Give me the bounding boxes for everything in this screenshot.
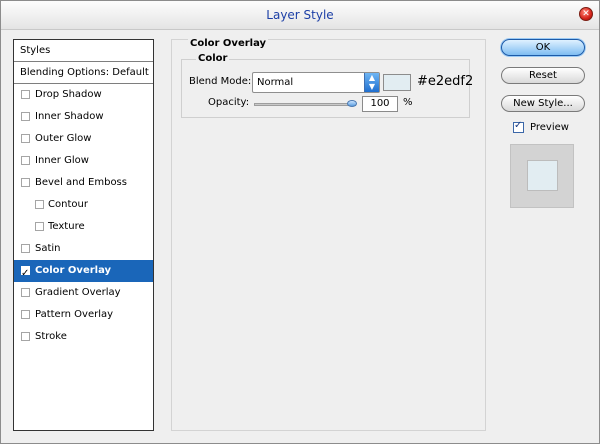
opacity-input[interactable]: 100 xyxy=(362,96,398,112)
checkbox[interactable] xyxy=(21,332,30,341)
style-item-label: Satin xyxy=(35,243,61,254)
checkbox[interactable] xyxy=(21,288,30,297)
ok-button[interactable]: OK xyxy=(501,39,585,56)
opacity-label: Opacity: xyxy=(208,97,250,108)
blending-options-item[interactable]: Blending Options: Default xyxy=(14,62,153,84)
style-item-label: Bevel and Emboss xyxy=(35,177,127,188)
opacity-slider-thumb[interactable] xyxy=(347,100,357,107)
checkbox[interactable] xyxy=(21,134,30,143)
checkbox[interactable] xyxy=(35,200,44,209)
style-item-label: Pattern Overlay xyxy=(35,309,114,320)
style-item-label: Gradient Overlay xyxy=(35,287,121,298)
style-item-contour[interactable]: Contour xyxy=(14,194,153,216)
layer-style-dialog: Layer Style ✕ Styles Blending Options: D… xyxy=(0,0,600,444)
opacity-slider-track[interactable] xyxy=(254,103,356,106)
color-swatch[interactable] xyxy=(383,74,411,91)
style-item-inner-glow[interactable]: Inner Glow xyxy=(14,150,153,172)
checkbox[interactable] xyxy=(21,112,30,121)
reset-button[interactable]: Reset xyxy=(501,67,585,84)
color-group-title: Color xyxy=(196,53,230,64)
blend-mode-select[interactable]: Normal ▲ ▼ xyxy=(252,72,380,93)
styles-list: Styles Blending Options: Default Drop Sh… xyxy=(13,39,154,431)
new-style-button[interactable]: New Style... xyxy=(501,95,585,112)
style-item-label: Color Overlay xyxy=(35,265,112,276)
style-item-label: Drop Shadow xyxy=(35,89,102,100)
style-item-label: Outer Glow xyxy=(35,133,92,144)
style-item-pattern-overlay[interactable]: Pattern Overlay xyxy=(14,304,153,326)
style-item-satin[interactable]: Satin xyxy=(14,238,153,260)
checkbox-checked-icon[interactable] xyxy=(21,263,30,284)
style-item-stroke[interactable]: Stroke xyxy=(14,326,153,348)
blend-mode-label: Blend Mode: xyxy=(189,76,252,87)
dropdown-arrow-icon: ▲ ▼ xyxy=(364,73,379,92)
style-item-color-overlay[interactable]: Color Overlay xyxy=(14,260,153,284)
preview-checkbox[interactable] xyxy=(513,120,524,133)
style-item-gradient-overlay[interactable]: Gradient Overlay xyxy=(14,282,153,304)
checkbox[interactable] xyxy=(21,90,30,99)
checkbox[interactable] xyxy=(21,310,30,319)
close-icon: ✕ xyxy=(582,9,590,19)
title-bar: Layer Style ✕ xyxy=(1,1,599,30)
checkbox[interactable] xyxy=(21,156,30,165)
section-title: Color Overlay xyxy=(188,38,269,49)
style-item-label: Inner Glow xyxy=(35,155,89,166)
style-item-label: Stroke xyxy=(35,331,67,342)
style-item-label: Inner Shadow xyxy=(35,111,104,122)
checkbox[interactable] xyxy=(21,244,30,253)
checkbox[interactable] xyxy=(21,178,30,187)
style-item-drop-shadow[interactable]: Drop Shadow xyxy=(14,84,153,106)
style-item-outer-glow[interactable]: Outer Glow xyxy=(14,128,153,150)
preview-label: Preview xyxy=(530,122,569,133)
dialog-title: Layer Style xyxy=(266,8,334,22)
blend-mode-value: Normal xyxy=(257,77,294,88)
style-item-texture[interactable]: Texture xyxy=(14,216,153,238)
style-item-bevel-emboss[interactable]: Bevel and Emboss xyxy=(14,172,153,194)
style-item-label: Texture xyxy=(48,221,85,232)
color-hex-label: #e2edf2 xyxy=(417,74,474,89)
styles-header[interactable]: Styles xyxy=(14,40,153,62)
preview-color-sample xyxy=(527,160,558,191)
checkbox[interactable] xyxy=(35,222,44,231)
close-button[interactable]: ✕ xyxy=(579,7,593,21)
style-item-inner-shadow[interactable]: Inner Shadow xyxy=(14,106,153,128)
opacity-unit: % xyxy=(403,97,413,108)
style-item-label: Contour xyxy=(48,199,88,210)
